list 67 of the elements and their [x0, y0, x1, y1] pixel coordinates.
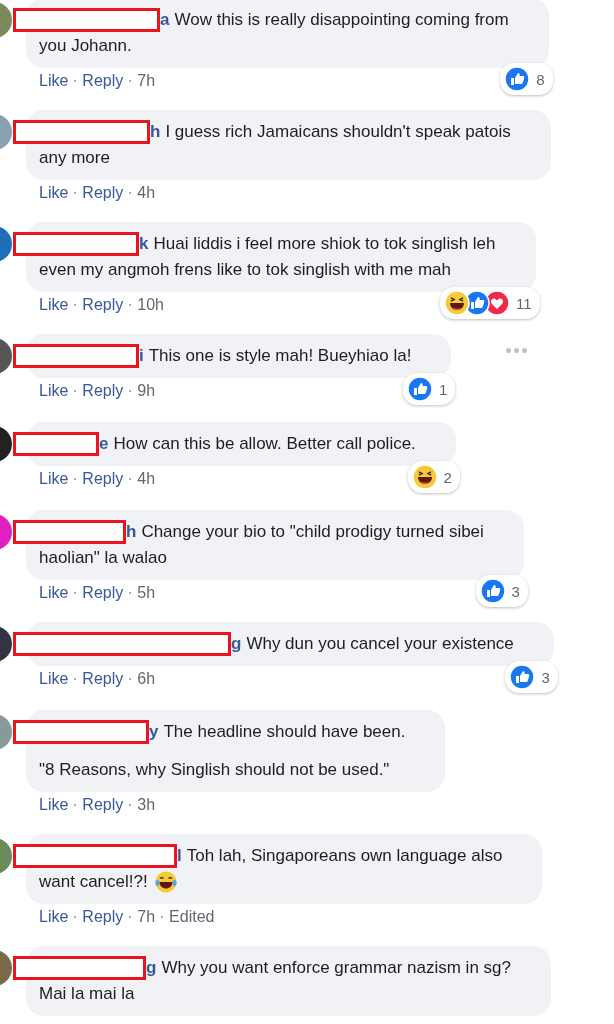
commenter-name[interactable]: h: [126, 519, 137, 545]
reply-link[interactable]: Reply: [82, 796, 124, 814]
reaction-badge[interactable]: 3: [475, 575, 528, 607]
laughing-emoji-icon: [411, 464, 438, 490]
timestamp: 3h: [137, 796, 156, 814]
commenter-name[interactable]: k: [139, 231, 149, 257]
commenter-name[interactable]: a: [160, 7, 170, 33]
timestamp: 10h: [137, 296, 164, 314]
timestamp: 7h: [137, 908, 156, 926]
comment-text: want cancel!?!: [39, 871, 148, 893]
like-link[interactable]: Like: [39, 796, 69, 814]
comment-text: haolian" la walao: [39, 547, 167, 569]
edited-label: Edited: [169, 908, 215, 926]
timestamp: 5h: [137, 584, 156, 602]
comment-text: Huai liddis i feel more shiok to tok singlish leh: [153, 233, 496, 255]
like-link[interactable]: Like: [39, 670, 69, 688]
comment-text: Wow this is really disappointing coming from: [174, 9, 509, 31]
reaction-badge[interactable]: 3: [505, 661, 558, 693]
comment-text: you Johann.: [39, 35, 132, 57]
like-link[interactable]: Like: [39, 584, 69, 602]
reaction-badge[interactable]: 1: [403, 373, 456, 405]
reply-link[interactable]: Reply: [82, 584, 124, 602]
commenter-name[interactable]: l: [177, 843, 182, 869]
comment-text: This one is style mah! Bueyhiao la!: [148, 345, 412, 367]
comment-text: Why you want enforce grammar nazism in sg?: [161, 957, 511, 979]
thumbs-up-icon: [509, 664, 536, 690]
like-link[interactable]: Like: [39, 470, 69, 488]
reply-link[interactable]: Reply: [82, 382, 124, 400]
comment-text: "8 Reasons, why Singlish should not be used.": [39, 759, 390, 781]
reaction-badge[interactable]: 8: [500, 63, 553, 95]
reply-link[interactable]: Reply: [82, 470, 124, 488]
thumbs-up-icon: [407, 376, 434, 402]
like-link[interactable]: Like: [39, 908, 69, 926]
reply-link[interactable]: Reply: [82, 908, 124, 926]
comment-text: Toh lah, Singaporeans own language also: [186, 845, 503, 867]
commenter-name[interactable]: h: [150, 119, 161, 145]
like-link[interactable]: Like: [39, 382, 69, 400]
like-link[interactable]: Like: [39, 72, 69, 90]
reply-link[interactable]: Reply: [82, 72, 124, 90]
comment-text: even my angmoh frens like to tok singlish with me mah: [39, 259, 451, 281]
commenter-name[interactable]: g: [146, 955, 157, 981]
reaction-badge[interactable]: 11: [439, 287, 540, 319]
comment-text: Why dun you cancel your existence: [246, 633, 514, 655]
timestamp: 4h: [137, 184, 156, 202]
reply-link[interactable]: Reply: [82, 670, 124, 688]
commenter-name[interactable]: e: [99, 431, 109, 457]
commenter-name[interactable]: g: [231, 631, 242, 657]
timestamp: 7h: [137, 72, 156, 90]
reply-link[interactable]: Reply: [82, 184, 124, 202]
like-link[interactable]: Like: [39, 296, 69, 314]
reply-link[interactable]: Reply: [82, 296, 124, 314]
like-link[interactable]: Like: [39, 184, 69, 202]
timestamp: 6h: [137, 670, 156, 688]
laughing-emoji-icon: [443, 290, 470, 316]
comment-text: any more: [39, 147, 110, 169]
comment-text: How can this be allow. Better call police.: [113, 433, 416, 455]
thumbs-up-icon: [504, 66, 531, 92]
comment-text: I guess rich Jamaicans shouldn't speak patois: [165, 121, 511, 143]
reaction-badge[interactable]: 2: [407, 461, 460, 493]
commenter-name[interactable]: y: [149, 719, 159, 745]
comment-text: Mai la mai la: [39, 983, 135, 1005]
thumbs-up-icon: [479, 578, 506, 604]
timestamp: 9h: [137, 382, 156, 400]
timestamp: 4h: [137, 470, 156, 488]
comment-text: The headline should have been.: [163, 721, 406, 743]
commenter-name[interactable]: i: [139, 343, 144, 369]
comment-text: Change your bio to "child prodigy turned sibei: [141, 521, 484, 543]
